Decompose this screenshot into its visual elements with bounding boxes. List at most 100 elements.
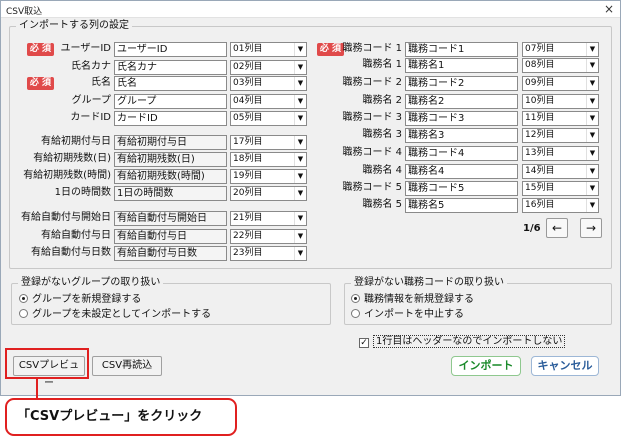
column-select-value: 18列目 — [233, 154, 263, 164]
skip-header-label: 1行目はヘッダーなのでインポートしない — [373, 335, 566, 348]
csv-import-dialog: CSV取込 × インポートする列の設定 必 須ユーザーID ユーザーID 01列目 ▼… — [0, 0, 621, 396]
radio-icon — [351, 309, 360, 318]
field-name-input[interactable]: 氏名 — [114, 76, 227, 91]
chevron-down-icon: ▼ — [586, 199, 598, 212]
field-name-input[interactable]: 職務名3 — [405, 128, 518, 143]
field-label: 氏名 — [91, 77, 111, 88]
field-name-input[interactable]: 職務コード1 — [405, 42, 518, 57]
column-select-value: 07列目 — [525, 44, 555, 54]
column-select-value: 16列目 — [525, 200, 555, 210]
field-label: 有給自動付与日 — [41, 230, 111, 241]
chevron-down-icon: ▼ — [294, 212, 306, 225]
preview-highlight-frame — [5, 348, 89, 379]
column-select[interactable]: 11列目 ▼ — [522, 111, 599, 126]
column-select-value: 11列目 — [525, 113, 555, 123]
field-label: 氏名カナ — [71, 61, 111, 72]
field-name-input[interactable]: 職務コード4 — [405, 146, 518, 161]
radio-selected-icon — [19, 294, 28, 303]
column-select[interactable]: 07列目 ▼ — [522, 42, 599, 57]
field-label: 職務コード 2 — [342, 77, 402, 88]
field-label: 有給初期残数(日) — [33, 153, 111, 164]
group-option-register[interactable]: グループを新規登録する — [19, 293, 141, 306]
window-title: CSV取込 — [6, 7, 43, 17]
field-name-input[interactable]: カードID — [114, 111, 227, 126]
chevron-down-icon: ▼ — [586, 59, 598, 72]
column-select[interactable]: 15列目 ▼ — [522, 181, 599, 196]
field-name-input[interactable]: 有給初期残数(日) — [114, 152, 227, 167]
field-label: 1日の時間数 — [54, 187, 111, 198]
column-select-value: 01列目 — [233, 44, 263, 54]
column-select[interactable]: 14列目 ▼ — [522, 164, 599, 179]
column-select[interactable]: 09列目 ▼ — [522, 76, 599, 91]
field-label: 職務名 5 — [362, 199, 402, 210]
column-select-value: 04列目 — [233, 96, 263, 106]
column-select-value: 02列目 — [233, 62, 263, 72]
column-select-value: 14列目 — [525, 166, 555, 176]
column-select[interactable]: 16列目 ▼ — [522, 198, 599, 213]
title-bar: CSV取込 × — [1, 1, 620, 18]
field-name-input[interactable]: 有給自動付与日 — [114, 229, 227, 244]
column-select[interactable]: 13列目 ▼ — [522, 146, 599, 161]
job-option-abort[interactable]: インポートを中止する — [351, 308, 464, 321]
column-select-value: 22列目 — [233, 231, 263, 241]
column-select-value: 12列目 — [525, 130, 555, 140]
field-label: 職務コード 4 — [342, 147, 402, 158]
column-select-value: 09列目 — [525, 78, 555, 88]
field-name-input[interactable]: 氏名カナ — [114, 60, 227, 75]
field-label: 職務コード 1 — [342, 43, 402, 54]
field-name-input[interactable]: 有給自動付与日数 — [114, 246, 227, 261]
field-name-input[interactable]: 有給自動付与開始日 — [114, 211, 227, 226]
column-select[interactable]: 21列目 ▼ — [230, 211, 307, 226]
field-name-input[interactable]: ユーザーID — [114, 42, 227, 57]
chevron-down-icon: ▼ — [586, 43, 598, 56]
column-select[interactable]: 12列目 ▼ — [522, 128, 599, 143]
csv-reload-button[interactable]: CSV再読込 — [92, 356, 162, 376]
field-name-input[interactable]: 職務名4 — [405, 164, 518, 179]
column-select-value: 03列目 — [233, 78, 263, 88]
field-label: 職務名 2 — [362, 95, 402, 106]
field-name-input[interactable]: 職務名1 — [405, 58, 518, 73]
group-option-unset[interactable]: グループを未設定としてインポートする — [19, 308, 211, 321]
skip-header-checkbox[interactable]: ✓ 1行目はヘッダーなのでインポートしない — [359, 335, 566, 349]
field-label: 職務名 1 — [362, 59, 402, 70]
field-label: 有給初期残数(時間) — [23, 170, 111, 181]
field-name-input[interactable]: 職務コード2 — [405, 76, 518, 91]
column-select-value: 21列目 — [233, 213, 263, 223]
field-label: 職務名 3 — [362, 129, 402, 140]
field-name-input[interactable]: 職務コード5 — [405, 181, 518, 196]
column-select-value: 19列目 — [233, 171, 263, 181]
page-indicator: 1/6 — [523, 223, 541, 234]
field-name-input[interactable]: 職務名2 — [405, 94, 518, 109]
column-select-value: 17列目 — [233, 137, 263, 147]
chevron-down-icon: ▼ — [586, 147, 598, 160]
field-label: 職務コード 5 — [342, 182, 402, 193]
field-name-input[interactable]: 職務コード3 — [405, 111, 518, 126]
field-label: カードID — [70, 112, 111, 123]
chevron-down-icon: ▼ — [294, 230, 306, 243]
import-button[interactable]: インポート — [451, 356, 521, 376]
field-name-input[interactable]: 有給初期付与日 — [114, 135, 227, 150]
prev-page-button[interactable]: ← — [546, 218, 568, 238]
job-option-register[interactable]: 職務情報を新規登録する — [351, 293, 474, 306]
column-select[interactable]: 23列目 ▼ — [230, 246, 307, 261]
field-name-input[interactable]: グループ — [114, 94, 227, 109]
next-page-button[interactable]: → — [580, 218, 602, 238]
cancel-button[interactable]: キャンセル — [531, 356, 599, 376]
callout-pointer — [36, 379, 38, 398]
field-label: 有給自動付与日数 — [31, 247, 111, 258]
chevron-down-icon: ▼ — [586, 112, 598, 125]
close-icon[interactable]: × — [604, 2, 614, 16]
field-name-input[interactable]: 1日の時間数 — [114, 186, 227, 201]
column-select[interactable]: 08列目 ▼ — [522, 58, 599, 73]
column-select[interactable]: 22列目 ▼ — [230, 229, 307, 244]
column-select[interactable]: 10列目 ▼ — [522, 94, 599, 109]
radio-icon — [19, 309, 28, 318]
field-name-input[interactable]: 有給初期残数(時間) — [114, 169, 227, 184]
group-handling-title: 登録がないグループの取り扱い — [18, 277, 164, 289]
radio-label: 職務情報を新規登録する — [364, 294, 474, 305]
field-label: 職務コード 3 — [342, 112, 402, 123]
field-label: 有給初期付与日 — [41, 136, 111, 147]
column-select-value: 15列目 — [525, 183, 555, 193]
field-name-input[interactable]: 職務名5 — [405, 198, 518, 213]
radio-label: グループを未設定としてインポートする — [32, 309, 212, 320]
